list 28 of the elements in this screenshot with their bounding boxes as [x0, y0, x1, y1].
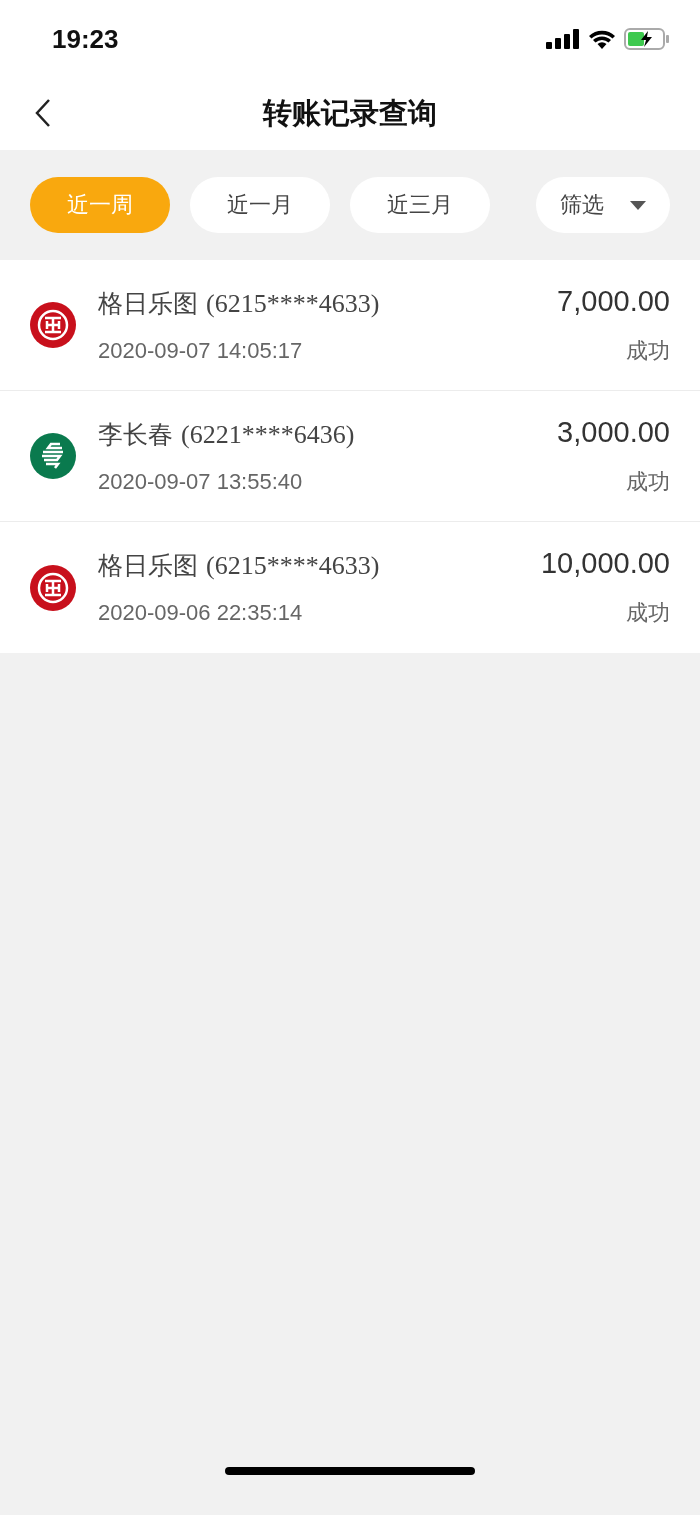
- period-tab[interactable]: 近三月: [350, 177, 490, 233]
- transfer-status: 成功: [626, 467, 670, 496]
- transfer-record[interactable]: 李长春 (6221****6436) 2020-09-07 13:55:40 3,000.00 成功: [0, 391, 700, 522]
- status-time: 19:23: [52, 23, 119, 55]
- payee-name: 李长春: [98, 418, 173, 451]
- wifi-icon: [588, 29, 616, 49]
- transfer-record[interactable]: 格日乐图 (6215****4633) 2020-09-06 22:35:14 10,000.00 成功: [0, 522, 700, 653]
- signal-icon: [546, 29, 580, 49]
- battery-charging-icon: [624, 28, 670, 50]
- account-number: (6221****6436): [181, 419, 355, 450]
- transfer-amount: 7,000.00: [557, 284, 670, 318]
- account-number: (6215****4633): [206, 551, 380, 581]
- transfer-time: 2020-09-07 13:55:40: [98, 468, 304, 495]
- transfer-status: 成功: [626, 599, 670, 627]
- transfer-amount: 3,000.00: [557, 415, 670, 449]
- transfer-record[interactable]: 格日乐图 (6215****4633) 2020-09-07 14:05:17 7,000.00 成功: [0, 260, 700, 391]
- back-icon[interactable]: [34, 98, 52, 128]
- filter-dropdown[interactable]: 筛选: [536, 177, 670, 233]
- page-title: 转账记录查询: [263, 95, 437, 132]
- payee-name: 格日乐图: [98, 550, 198, 582]
- caret-icon: [630, 200, 646, 210]
- period-tab[interactable]: 近一月: [190, 177, 330, 233]
- account-number: (6215****4633): [206, 288, 380, 319]
- transfer-time: 2020-09-06 22:35:14: [98, 600, 304, 626]
- payee-name: 格日乐图: [98, 287, 198, 320]
- transfer-status: 成功: [626, 336, 670, 365]
- transfer-amount: 10,000.00: [541, 547, 670, 580]
- transfer-time: 2020-09-07 14:05:17: [98, 337, 304, 364]
